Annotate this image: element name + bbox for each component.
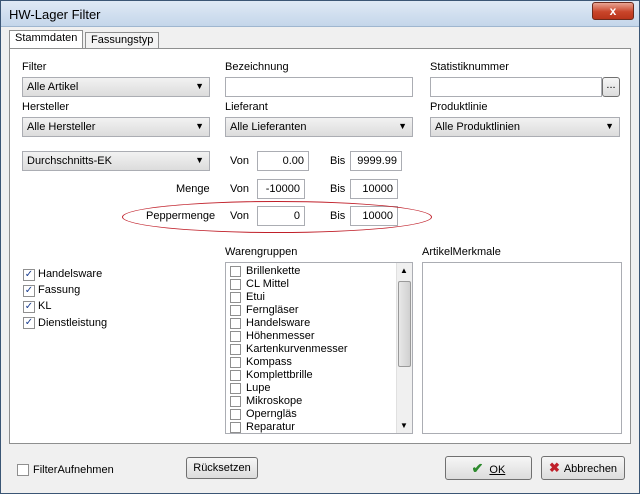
hersteller-select[interactable]: Alle Hersteller ▼ [22, 117, 210, 137]
handelsware-checkbox[interactable]: ✓ [23, 269, 35, 281]
list-item-checkbox[interactable] [230, 292, 241, 303]
hersteller-select-value: Alle Hersteller [27, 121, 96, 133]
scroll-down-icon[interactable]: ▼ [400, 421, 408, 430]
warengruppen-label: Warengruppen [225, 246, 298, 258]
dienstleistung-label: Dienstleistung [38, 317, 108, 329]
filter-label: Filter [22, 61, 47, 73]
tab-fassungstyp[interactable]: Fassungstyp [85, 32, 160, 49]
menge-label: Menge [176, 183, 210, 195]
list-item-label: Handelsware [246, 317, 311, 329]
list-item-label: Mikroskope [246, 395, 303, 407]
chevron-down-icon: ▼ [195, 155, 204, 165]
list-item-label: Operngläs [246, 408, 297, 420]
handelsware-label: Handelsware [38, 268, 103, 280]
close-button[interactable]: x [592, 2, 634, 20]
list-item-checkbox[interactable] [230, 357, 241, 368]
list-item-checkbox[interactable] [230, 383, 241, 394]
filter-select[interactable]: Alle Artikel ▼ [22, 77, 210, 97]
chevron-down-icon: ▼ [195, 121, 204, 131]
menge-bis-label: Bis [330, 183, 346, 195]
produktlinie-select[interactable]: Alle Produktlinien ▼ [430, 117, 620, 137]
bezeichnung-input[interactable] [225, 77, 413, 97]
list-item-checkbox[interactable] [230, 422, 241, 433]
tab-stammdaten[interactable]: Stammdaten [9, 30, 84, 49]
produktlinie-select-value: Alle Produktlinien [435, 121, 520, 133]
menge-bis-input[interactable]: 10000 [350, 179, 398, 199]
statistiknummer-input[interactable] [430, 77, 602, 97]
list-item-label: Etui [246, 291, 265, 303]
list-item-label: Kartenkurvenmesser [246, 343, 348, 355]
list-item-checkbox[interactable] [230, 318, 241, 329]
list-item-label: Kompass [246, 356, 292, 368]
price-von-label: Von [230, 155, 249, 167]
list-item-label: Reparatur [246, 421, 295, 433]
artikelmerkmale-list[interactable] [422, 262, 622, 434]
price-bis-input[interactable]: 9999.99 [350, 151, 402, 171]
chevron-down-icon: ▼ [398, 121, 407, 131]
dialog-window: HW-Lager Filter x Stammdaten Fassungstyp… [0, 0, 640, 494]
warengruppen-scrollbar[interactable]: ▲ ▼ [396, 263, 412, 433]
list-item-checkbox[interactable] [230, 279, 241, 290]
hersteller-label: Hersteller [22, 101, 70, 113]
ok-button[interactable]: ✔ OK [445, 456, 532, 480]
menge-von-input[interactable]: -10000 [257, 179, 305, 199]
lieferant-label: Lieferant [225, 101, 268, 113]
list-item-label: CL Mittel [246, 278, 289, 290]
price-type-select[interactable]: Durchschnitts-EK ▼ [22, 151, 210, 171]
stammdaten-panel: Filter Alle Artikel ▼ Bezeichnung Statis… [9, 48, 631, 444]
price-von-input[interactable]: 0.00 [257, 151, 309, 171]
filter-aufnehmen-checkbox[interactable] [17, 464, 29, 476]
price-type-value: Durchschnitts-EK [27, 155, 112, 167]
list-item-label: Höhenmesser [246, 330, 315, 342]
abbrechen-label: Abbrechen [563, 463, 618, 475]
list-item-checkbox[interactable] [230, 344, 241, 355]
x-icon: ✖ [548, 460, 560, 475]
list-item-label: Komplettbrille [246, 369, 313, 381]
lieferant-select[interactable]: Alle Lieferanten ▼ [225, 117, 413, 137]
list-item-checkbox[interactable] [230, 396, 241, 407]
filter-select-value: Alle Artikel [27, 81, 79, 93]
list-item-label: Lupe [246, 382, 271, 394]
scroll-thumb[interactable] [398, 281, 411, 367]
statistiknummer-label: Statistiknummer [430, 61, 509, 73]
list-item-checkbox[interactable] [230, 370, 241, 381]
kl-checkbox[interactable]: ✓ [23, 301, 35, 313]
ok-label: OK [489, 464, 506, 476]
list-item-checkbox[interactable] [230, 305, 241, 316]
abbrechen-button[interactable]: ✖ Abbrechen [541, 456, 625, 480]
kl-label: KL [38, 300, 52, 312]
produktlinie-label: Produktlinie [430, 101, 488, 113]
list-item-checkbox[interactable] [230, 409, 241, 420]
filter-aufnehmen-label: FilterAufnehmen [33, 464, 114, 476]
title-bar: HW-Lager Filter x [1, 1, 639, 27]
bezeichnung-label: Bezeichnung [225, 61, 289, 73]
list-item-label: Brillenkette [246, 265, 301, 277]
highlight-ellipse [122, 201, 432, 233]
menge-von-label: Von [230, 183, 249, 195]
chevron-down-icon: ▼ [605, 121, 614, 131]
window-title: HW-Lager Filter [9, 7, 101, 22]
lieferant-select-value: Alle Lieferanten [230, 121, 307, 133]
list-item-label: Ferngläser [246, 304, 299, 316]
ruecksetzen-button[interactable]: Rücksetzen [186, 457, 258, 479]
artikelmerkmale-label: ArtikelMerkmale [422, 246, 501, 258]
dienstleistung-checkbox[interactable]: ✓ [23, 317, 35, 329]
price-bis-label: Bis [330, 155, 346, 167]
chevron-down-icon: ▼ [195, 81, 204, 91]
list-item-checkbox[interactable] [230, 331, 241, 342]
warengruppen-list[interactable]: Brillenkette CL Mittel Etui Ferngläser Hande… [225, 262, 413, 434]
list-item-checkbox[interactable] [230, 266, 241, 277]
fassung-checkbox[interactable]: ✓ [23, 285, 35, 297]
statistiknummer-browse-button[interactable]: ... [602, 77, 620, 97]
fassung-label: Fassung [38, 284, 81, 296]
scroll-up-icon[interactable]: ▲ [400, 266, 408, 275]
checkmark-icon: ✔ [471, 460, 484, 476]
